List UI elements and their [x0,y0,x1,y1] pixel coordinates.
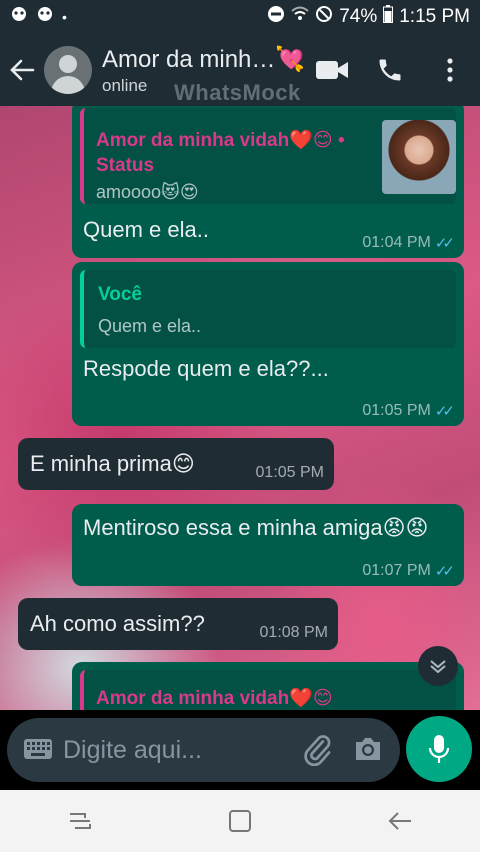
message-text: Mentiroso essa e minha amiga😡😡 [83,515,429,540]
system-navigation-bar [0,790,480,852]
compose-bar [0,710,480,790]
message-meta: 01:05 PM [256,464,324,482]
menu-button[interactable] [428,48,472,92]
message-bubble[interactable]: E minha prima😊 01:05 PM [18,438,334,490]
message-bubble[interactable]: Amor da minha vidah❤️😊 • Status amoooo😻😍… [72,106,464,258]
message-text: E minha prima😊 [30,451,195,476]
message-text: Quem e ela.. [83,217,209,242]
more-vertical-icon [447,58,453,82]
message-time: 01:08 PM [259,624,328,641]
message-text: Respode quem e ela??... [83,356,329,381]
message-time: 01:07 PM [362,562,431,579]
arrow-left-icon [10,59,35,81]
battery-percent: 74% [339,6,378,27]
quoted-message[interactable]: Você Quem e ela.. [80,270,456,348]
wifi-icon [291,5,309,29]
message-meta: 01:05 PM ✓✓ [362,402,455,420]
quoted-author: Você [98,284,143,305]
contact-name: Amor da minh…💘 [102,45,306,73]
scroll-to-bottom-button[interactable] [418,646,458,686]
message-time: 01:05 PM [362,402,431,419]
video-call-button[interactable] [310,48,354,92]
quoted-status[interactable]: Amor da minha vidah❤️😊 • Status amoooo😻😍 [80,108,456,204]
message-bubble[interactable]: Ah como assim?? 01:08 PM [18,598,338,650]
video-camera-icon [316,61,348,79]
camera-button[interactable] [353,736,383,767]
phone-icon [379,59,401,81]
quoted-author: Amor da minha vidah❤️😊 [96,688,333,709]
chat-area[interactable]: Amor da minha vidah❤️😊 • Status amoooo😻😍… [0,106,480,710]
voice-call-button[interactable] [368,48,412,92]
notification-icon [10,5,28,29]
quoted-text: Quem e ela.. [98,316,202,336]
message-input[interactable] [63,732,293,768]
watermark: WhatsMock [174,80,301,105]
contact-avatar[interactable] [44,46,92,94]
back-arrow-icon [388,812,411,830]
attach-button[interactable] [303,734,333,771]
message-text: Ah como assim?? [30,611,205,636]
microphone-icon [429,735,449,763]
message-meta: 01:08 PM [260,624,328,642]
notification-icon [36,5,54,29]
message-time: 01:04 PM [362,234,431,251]
no-signal-icon [315,5,333,29]
status-bar: • 74% 1:15 PM [0,0,480,34]
message-bubble[interactable]: Amor da minha vidah❤️😊 [72,662,464,710]
recents-button[interactable] [50,801,110,841]
clock: 1:15 PM [399,6,470,27]
camera-icon [356,738,380,760]
compose-pill [7,718,400,782]
recents-icon [70,813,91,829]
message-time: 01:05 PM [255,464,324,481]
read-receipt-icon: ✓✓ [434,235,455,252]
do-not-disturb-icon [267,5,285,29]
double-chevron-down-icon [430,660,446,673]
quoted-message[interactable]: Amor da minha vidah❤️😊 [80,670,456,710]
message-meta: 01:04 PM ✓✓ [362,234,455,252]
keyboard-icon[interactable] [23,738,53,765]
read-receipt-icon: ✓✓ [434,403,455,420]
home-button[interactable] [210,801,270,841]
quoted-text: amoooo😻😍 [96,182,199,202]
home-square-icon [229,810,251,832]
battery-icon [383,5,394,29]
message-bubble[interactable]: Mentiroso essa e minha amiga😡😡 01:07 PM … [72,504,464,586]
back-button[interactable] [0,34,44,106]
chat-header: Amor da minh…💘 online WhatsMock [0,34,480,106]
voice-message-button[interactable] [406,716,472,782]
message-bubble[interactable]: Você Quem e ela.. Respode quem e ela??..… [72,262,464,426]
read-receipt-icon: ✓✓ [434,563,455,580]
system-back-button[interactable] [370,801,430,841]
dot-icon: • [62,9,67,25]
status-thumbnail [382,120,456,194]
quoted-author: Amor da minha vidah❤️😊 • Status [96,130,345,176]
paperclip-icon [304,735,331,767]
message-meta: 01:07 PM ✓✓ [362,562,455,580]
